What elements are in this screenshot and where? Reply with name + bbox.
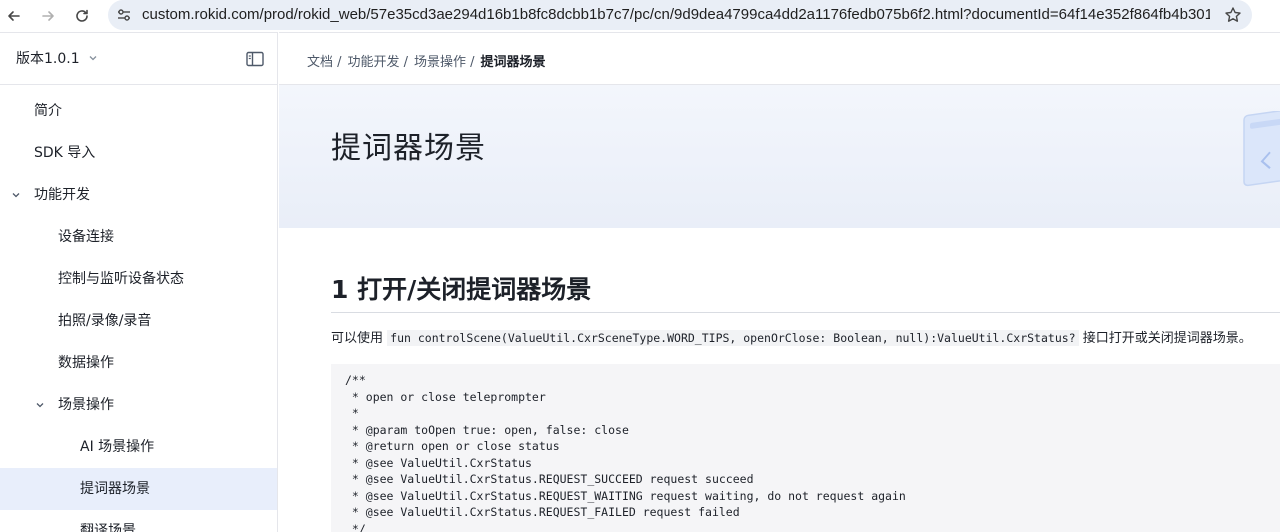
sidebar-item-label: 控制与监听设备状态 xyxy=(58,271,184,287)
section-paragraph: 可以使用 fun controlScene(ValueUtil.CxrScene… xyxy=(331,328,1252,349)
breadcrumb-bar: 文档 / 功能开发 / 场景操作 / 提词器场景 xyxy=(279,32,1280,85)
arrow-right-icon xyxy=(42,11,54,21)
version-selector[interactable]: 版本1.0.1 xyxy=(16,48,98,68)
sidebar-item-label: 设备连接 xyxy=(58,229,114,245)
sidebar-item-sdk-import[interactable]: SDK 导入 xyxy=(0,132,277,174)
sidebar-item-feature-dev[interactable]: 功能开发 xyxy=(0,174,277,216)
page-title: 提词器场景 xyxy=(331,131,486,166)
section-heading: 1 打开/关闭提词器场景 xyxy=(331,275,592,304)
sidebar-item-ai-scene[interactable]: AI 场景操作 xyxy=(0,426,277,468)
code-illustration-icon xyxy=(1243,111,1280,187)
sidebar-item-device-connect[interactable]: 设备连接 xyxy=(0,216,277,258)
sidebar-item-label: SDK 导入 xyxy=(34,145,96,161)
paragraph-prefix: 可以使用 xyxy=(331,331,384,346)
sidebar-item-label: 数据操作 xyxy=(58,355,114,371)
sidebar-item-teleprompter[interactable]: 提词器场景 xyxy=(0,468,277,510)
code-line: */ xyxy=(345,521,366,532)
section-divider xyxy=(331,312,1280,313)
code-line: * @return open or close status xyxy=(345,439,560,453)
sidebar-item-translate[interactable]: 翻译场景 xyxy=(0,510,277,532)
code-line: * xyxy=(345,406,359,420)
chevron-down-icon xyxy=(89,56,97,61)
url-text[interactable]: custom.rokid.com/prod/rokid_web/57e35cd3… xyxy=(142,5,1210,25)
inline-code: fun controlScene(ValueUtil.CxrSceneType.… xyxy=(387,330,1079,346)
chevron-down-icon xyxy=(12,193,20,198)
sidebar-item-label: AI 场景操作 xyxy=(80,439,155,455)
reload-icon xyxy=(76,9,88,22)
chevron-down-icon xyxy=(36,403,44,408)
version-label: 版本1.0.1 xyxy=(16,51,80,67)
breadcrumb-current: 提词器场景 xyxy=(480,55,546,70)
address-bar[interactable]: custom.rokid.com/prod/rokid_web/57e35cd3… xyxy=(108,0,1252,30)
code-line: * open or close teleprompter xyxy=(345,389,546,404)
sidebar-header: 版本1.0.1 xyxy=(0,33,277,85)
sidebar-item-data-ops[interactable]: 数据操作 xyxy=(0,342,277,384)
sidebar-collapse-icon[interactable] xyxy=(246,51,264,67)
doc-sidebar: 版本1.0.1 简介 SDK 导入 功能开发 设备连接 控制与监听设备状态 拍照… xyxy=(0,32,278,532)
code-line: * @see ValueUtil.CxrStatus.REQUEST_WAITI… xyxy=(345,488,906,503)
sidebar-item-scene-ops[interactable]: 场景操作 xyxy=(0,384,277,426)
breadcrumb-item-docs[interactable]: 文档 / xyxy=(307,51,342,70)
code-block[interactable]: /** * open or close teleprompter * * @pa… xyxy=(331,364,1280,532)
paragraph-suffix: 接口打开或关闭提词器场景。 xyxy=(1082,331,1252,346)
page-hero: 提词器场景 xyxy=(279,85,1280,228)
sidebar-item-label: 提词器场景 xyxy=(80,481,150,497)
doc-content: 文档 / 功能开发 / 场景操作 / 提词器场景 提词器场景 1 打开/关闭提词… xyxy=(279,32,1280,532)
breadcrumb-item-feature-dev[interactable]: 功能开发 / xyxy=(348,51,409,70)
code-line: * @param toOpen true: open, false: close xyxy=(345,422,629,437)
sidebar-item-label: 场景操作 xyxy=(58,397,114,413)
sidebar-item-label: 功能开发 xyxy=(34,187,90,203)
breadcrumb: 文档 / 功能开发 / 场景操作 / 提词器场景 xyxy=(307,51,546,70)
sidebar-item-label: 拍照/录像/录音 xyxy=(58,313,152,329)
code-line: * @see ValueUtil.CxrStatus.REQUEST_FAILE… xyxy=(345,505,740,519)
site-settings-icon[interactable] xyxy=(116,7,132,23)
forward-button[interactable] xyxy=(36,4,60,28)
sidebar-item-label: 翻译场景 xyxy=(80,523,136,532)
code-line: * @see ValueUtil.CxrStatus.REQUEST_SUCCE… xyxy=(345,472,754,486)
arrow-left-icon xyxy=(8,11,20,21)
bookmark-star-icon[interactable] xyxy=(1224,6,1242,24)
back-button[interactable] xyxy=(2,4,26,28)
sidebar-item-device-status[interactable]: 控制与监听设备状态 xyxy=(0,258,277,300)
sidebar-item-capture[interactable]: 拍照/录像/录音 xyxy=(0,300,277,342)
sidebar-item-label: 简介 xyxy=(34,103,62,119)
browser-toolbar: custom.rokid.com/prod/rokid_web/57e35cd3… xyxy=(0,0,1280,32)
reload-button[interactable] xyxy=(70,4,94,28)
breadcrumb-item-scene-ops[interactable]: 场景操作 / xyxy=(414,51,475,70)
sidebar-item-intro[interactable]: 简介 xyxy=(0,90,277,132)
code-line: /** xyxy=(345,373,366,387)
code-line: * @see ValueUtil.CxrStatus xyxy=(345,455,532,470)
